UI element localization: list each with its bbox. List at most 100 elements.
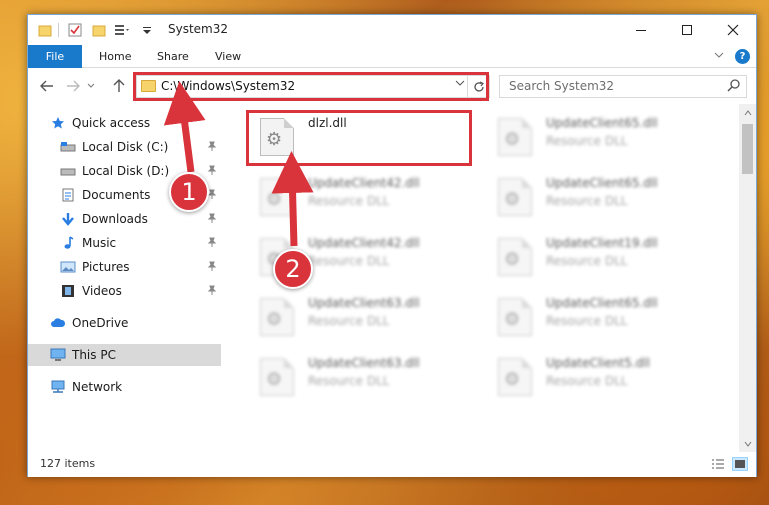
tab-share[interactable]: Share bbox=[157, 45, 189, 68]
sidebar-item-pictures[interactable]: Pictures bbox=[28, 256, 221, 278]
music-note-icon bbox=[60, 236, 76, 250]
list-item[interactable]: ⚙ UpdateClient5.dll Resource DLL bbox=[486, 350, 706, 398]
dll-file-icon: ⚙ bbox=[498, 118, 532, 156]
list-item[interactable]: ⚙ UpdateClient63.dll Resource DLL bbox=[248, 350, 468, 398]
file-name: UpdateClient5.dll bbox=[546, 356, 650, 370]
list-item[interactable]: ⚙ UpdateClient65.dll Resource DLL bbox=[486, 170, 706, 218]
status-bar: 127 items bbox=[28, 452, 756, 477]
file-name: UpdateClient65.dll bbox=[546, 116, 658, 130]
file-name: UpdateClient19.dll bbox=[546, 236, 658, 250]
help-icon[interactable]: ? bbox=[735, 49, 750, 64]
pin-icon[interactable] bbox=[207, 237, 217, 250]
file-type: Resource DLL bbox=[546, 134, 628, 148]
file-type: Resource DLL bbox=[308, 374, 390, 388]
dll-file-icon: ⚙ bbox=[498, 238, 532, 276]
file-type: Resource DLL bbox=[546, 314, 628, 328]
item-count: 127 items bbox=[40, 457, 96, 470]
file-type: Resource DLL bbox=[308, 194, 390, 208]
file-type: Resource DLL bbox=[546, 374, 628, 388]
expand-ribbon-icon[interactable] bbox=[714, 49, 724, 62]
search-icon[interactable] bbox=[727, 78, 741, 96]
sidebar-item-network[interactable]: Network bbox=[28, 376, 221, 398]
list-item[interactable]: ⚙ UpdateClient65.dll Resource DLL bbox=[486, 290, 706, 338]
pin-icon[interactable] bbox=[207, 285, 217, 298]
properties-icon[interactable] bbox=[68, 23, 82, 37]
dll-file-icon: ⚙ bbox=[498, 358, 532, 396]
gear-icon: ⚙ bbox=[266, 189, 283, 210]
pin-icon[interactable] bbox=[207, 213, 217, 226]
sidebar-item-onedrive[interactable]: OneDrive bbox=[28, 312, 221, 334]
pin-icon[interactable] bbox=[207, 261, 217, 274]
file-type: Resource DLL bbox=[546, 194, 628, 208]
tab-view[interactable]: View bbox=[215, 45, 241, 68]
minimize-button[interactable] bbox=[618, 15, 664, 45]
sidebar-item-music[interactable]: Music bbox=[28, 232, 221, 254]
list-item[interactable]: ⚙ UpdateClient63.dll Resource DLL bbox=[248, 290, 468, 338]
sidebar-item-label: Videos bbox=[82, 284, 122, 298]
file-name: UpdateClient65.dll bbox=[546, 296, 658, 310]
gear-icon: ⚙ bbox=[504, 129, 521, 150]
close-button[interactable] bbox=[710, 15, 756, 45]
tab-home[interactable]: Home bbox=[99, 45, 131, 68]
sidebar-item-quick-access[interactable]: Quick access bbox=[28, 112, 221, 134]
gear-icon: ⚙ bbox=[504, 189, 521, 210]
sidebar-item-label: Documents bbox=[82, 188, 151, 202]
gear-icon: ⚙ bbox=[504, 309, 521, 330]
download-icon bbox=[60, 212, 76, 226]
folder-icon bbox=[38, 23, 52, 37]
sidebar-item-local-disk-c[interactable]: Local Disk (C:) bbox=[28, 136, 221, 158]
tab-file[interactable]: File bbox=[28, 45, 82, 68]
up-button[interactable] bbox=[110, 77, 128, 95]
sidebar-item-label: Pictures bbox=[82, 260, 130, 274]
dll-file-icon: ⚙ bbox=[260, 298, 294, 336]
scrollbar-thumb[interactable] bbox=[742, 124, 753, 174]
title-bar: System32 bbox=[28, 15, 756, 45]
sidebar-item-this-pc[interactable]: This PC bbox=[28, 344, 221, 366]
details-view-icon[interactable] bbox=[710, 457, 726, 471]
sidebar-item-videos[interactable]: Videos bbox=[28, 280, 221, 302]
file-name: UpdateClient42.dll bbox=[308, 176, 420, 190]
list-item[interactable]: ⚙ UpdateClient42.dll Resource DLL bbox=[248, 170, 468, 218]
pin-icon[interactable] bbox=[207, 165, 217, 178]
drive-icon bbox=[60, 164, 76, 178]
gear-icon: ⚙ bbox=[266, 369, 283, 390]
document-icon bbox=[60, 188, 76, 202]
dll-file-icon: ⚙ bbox=[260, 178, 294, 216]
step-2-badge: 2 bbox=[273, 249, 313, 289]
new-folder-icon[interactable] bbox=[92, 23, 106, 37]
star-icon bbox=[50, 116, 66, 130]
address-highlight-box bbox=[133, 72, 489, 101]
maximize-button[interactable] bbox=[664, 15, 710, 45]
file-explorer-window: System32 File Home Share View ? C:\Windo… bbox=[27, 14, 757, 477]
pin-icon[interactable] bbox=[207, 141, 217, 154]
customize-quick-access-icon[interactable] bbox=[142, 23, 156, 37]
gear-icon: ⚙ bbox=[504, 249, 521, 270]
large-icons-view-icon[interactable] bbox=[732, 457, 748, 471]
ribbon-tabs: File Home Share View ? bbox=[28, 45, 756, 68]
navigation-bar: C:\Windows\System32 Search System32 bbox=[28, 68, 756, 104]
forward-button[interactable] bbox=[64, 77, 82, 95]
view-toggle-icon[interactable] bbox=[114, 23, 129, 37]
gear-icon: ⚙ bbox=[266, 309, 283, 330]
file-type: Resource DLL bbox=[546, 254, 628, 268]
file-name: UpdateClient63.dll bbox=[308, 356, 420, 370]
drive-icon bbox=[60, 140, 76, 154]
dll-file-icon: ⚙ bbox=[498, 178, 532, 216]
scroll-up-icon[interactable] bbox=[739, 104, 756, 121]
search-input[interactable]: Search System32 bbox=[499, 75, 747, 98]
window-title: System32 bbox=[168, 22, 229, 36]
sidebar-item-label: Network bbox=[72, 380, 123, 394]
search-placeholder: Search System32 bbox=[509, 79, 615, 93]
divider bbox=[58, 23, 59, 37]
recent-locations-button[interactable] bbox=[86, 77, 96, 95]
sidebar-item-label: Quick access bbox=[72, 116, 151, 130]
scroll-down-icon[interactable] bbox=[739, 435, 756, 452]
list-item[interactable]: ⚙ UpdateClient19.dll Resource DLL bbox=[486, 230, 706, 278]
back-button[interactable] bbox=[38, 77, 56, 95]
list-item[interactable]: ⚙ UpdateClient65.dll Resource DLL bbox=[486, 110, 706, 158]
picture-icon bbox=[60, 260, 76, 274]
sidebar-item-label: Downloads bbox=[82, 212, 148, 226]
vertical-scrollbar[interactable] bbox=[739, 104, 756, 452]
file-name: UpdateClient63.dll bbox=[308, 296, 420, 310]
sidebar-item-label: Local Disk (C:) bbox=[82, 140, 169, 154]
